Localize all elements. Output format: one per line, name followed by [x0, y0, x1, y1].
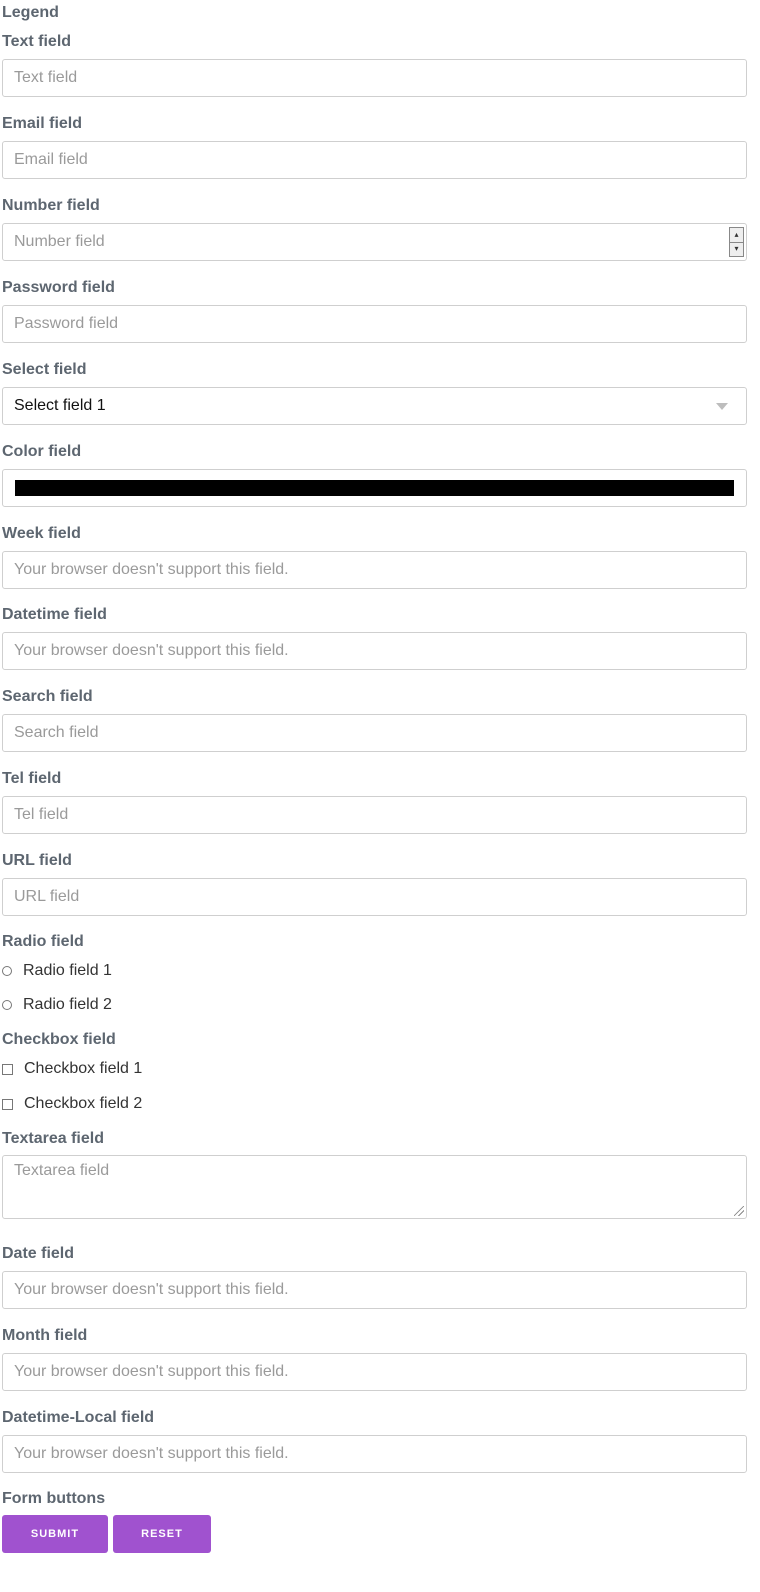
tel-field-label: Tel field [2, 770, 62, 787]
color-field-label: Color field [2, 443, 82, 460]
text-field-input[interactable] [2, 59, 747, 97]
text-field-label: Text field [2, 33, 72, 50]
checkbox-option-1[interactable]: Checkbox field 1 [2, 1057, 142, 1081]
radio-button[interactable] [2, 966, 12, 976]
email-field-label: Email field [2, 115, 83, 132]
spin-up-icon[interactable]: ▴ [730, 228, 743, 242]
checkbox-option-2[interactable]: Checkbox field 2 [2, 1092, 142, 1116]
color-field[interactable] [2, 469, 747, 507]
textarea-field-input[interactable] [2, 1155, 747, 1219]
select-field-value: Select field 1 [14, 397, 106, 414]
month-field-label: Month field [2, 1327, 88, 1344]
submit-button[interactable]: SUBMIT [2, 1515, 108, 1553]
checkbox-option-label: Checkbox field 2 [24, 1095, 143, 1112]
week-field-label: Week field [2, 525, 81, 542]
checkbox[interactable] [2, 1063, 13, 1075]
checkbox-option-label: Checkbox field 1 [24, 1060, 143, 1077]
datetime-local-field-input[interactable] [2, 1435, 747, 1473]
radio-field-label: Radio field [2, 933, 84, 950]
radio-button[interactable] [2, 1000, 12, 1010]
number-field-label: Number field [2, 197, 100, 214]
number-field-input[interactable] [2, 223, 747, 261]
url-field-label: URL field [2, 852, 72, 869]
url-field-input[interactable] [2, 878, 747, 916]
number-field-wrapper: ▴ ▾ [0, 223, 760, 261]
color-swatch [15, 480, 734, 496]
week-field-input[interactable] [2, 551, 747, 589]
radio-option-1[interactable]: Radio field 1 [2, 959, 112, 983]
search-field-input[interactable] [2, 714, 747, 752]
date-field-label: Date field [2, 1245, 75, 1262]
form-buttons-label: Form buttons [2, 1490, 106, 1507]
spin-down-icon[interactable]: ▾ [730, 241, 743, 257]
form-legend: Legend [2, 4, 59, 21]
month-field-input[interactable] [2, 1353, 747, 1391]
password-field-label: Password field [2, 279, 115, 296]
radio-option-label: Radio field 1 [23, 962, 112, 979]
datetime-field-label: Datetime field [2, 606, 107, 623]
search-field-label: Search field [2, 688, 93, 705]
datetime-local-field-label: Datetime-Local field [2, 1409, 155, 1426]
password-field-input[interactable] [2, 305, 747, 343]
radio-option-2[interactable]: Radio field 2 [2, 993, 112, 1017]
textarea-field-label: Textarea field [2, 1130, 104, 1147]
select-field[interactable]: Select field 1 [2, 387, 747, 425]
select-field-label: Select field [2, 361, 87, 378]
email-field-input[interactable] [2, 141, 747, 179]
date-field-input[interactable] [2, 1271, 747, 1309]
reset-button[interactable]: RESET [113, 1515, 211, 1553]
checkbox[interactable] [2, 1098, 13, 1110]
datetime-field-input[interactable] [2, 632, 747, 670]
tel-field-input[interactable] [2, 796, 747, 834]
chevron-down-icon [716, 403, 728, 410]
checkbox-field-label: Checkbox field [2, 1031, 116, 1048]
radio-option-label: Radio field 2 [23, 996, 112, 1013]
resize-handle-icon[interactable] [734, 1206, 744, 1216]
number-spinner[interactable]: ▴ ▾ [729, 227, 744, 257]
